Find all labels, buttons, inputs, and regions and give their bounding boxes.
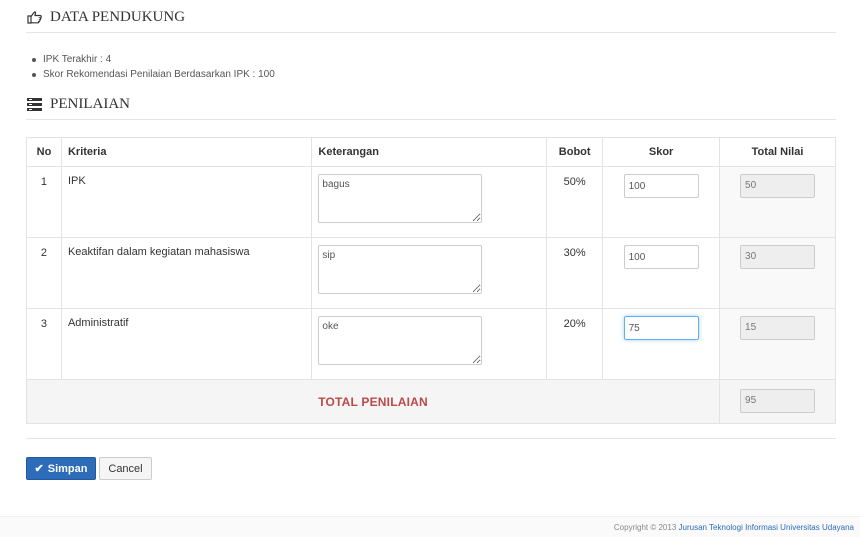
header-keterangan: Keterangan (311, 137, 548, 167)
row-total-cell: 15 (719, 308, 836, 380)
header-kriteria: Kriteria (60, 137, 313, 167)
table-row: 3 Administratif oke 20% 15 (26, 308, 836, 380)
row-skor-cell (602, 166, 721, 238)
section-title-data-pendukung: DATA PENDUKUNG (26, 8, 836, 33)
table-row: 2 Keaktifan dalam kegiatan mahasiswa sip… (26, 237, 836, 309)
row-skor-cell (602, 308, 721, 380)
total-nilai-field: 30 (740, 245, 816, 269)
keterangan-textarea[interactable]: sip (318, 245, 483, 294)
total-nilai-field: 50 (740, 174, 816, 198)
cancel-button[interactable]: Cancel (99, 457, 152, 480)
row-keterangan-cell: oke (311, 308, 548, 380)
hand-point-right-icon (26, 10, 42, 24)
row-no: 2 (26, 237, 62, 309)
row-keterangan-cell: bagus (311, 166, 548, 238)
save-button[interactable]: ✔ Simpan (26, 457, 96, 480)
list-item: IPK Terakhir : 4 (32, 52, 275, 67)
row-no: 1 (26, 166, 62, 238)
copyright-label: Copyright © 2013 (613, 523, 679, 532)
footer-org-link[interactable]: Jurusan Teknologi Informasi Universitas … (679, 523, 855, 532)
total-penilaian-label: TOTAL PENILAIAN (25, 379, 721, 424)
total-nilai-field: 15 (740, 316, 816, 340)
row-kriteria: Administratif (60, 308, 313, 380)
row-bobot: 30% (546, 237, 604, 309)
table-footer-row: TOTAL PENILAIAN 95 (25, 379, 836, 424)
row-total-cell: 30 (719, 237, 836, 309)
penilaian-table: No Kriteria Keterangan Bobot Skor Total … (25, 137, 836, 424)
keterangan-textarea[interactable]: oke (318, 316, 483, 365)
skor-rekomendasi: Skor Rekomendasi Penilaian Berdasarkan I… (43, 69, 275, 80)
row-total-cell: 50 (719, 166, 836, 238)
skor-input[interactable] (623, 245, 699, 269)
header-skor: Skor (602, 137, 721, 167)
check-icon: ✔ (34, 463, 44, 475)
row-no: 3 (26, 308, 62, 380)
header-bobot: Bobot (546, 137, 604, 167)
footer-total-cell: 95 (719, 379, 836, 424)
skor-input[interactable] (623, 174, 699, 198)
row-skor-cell (602, 237, 721, 309)
row-bobot: 20% (546, 308, 604, 380)
header-total-nilai: Total Nilai (719, 137, 836, 167)
row-keterangan-cell: sip (311, 237, 548, 309)
table-header-row: No Kriteria Keterangan Bobot Skor Total … (26, 137, 836, 167)
save-button-label: Simpan (47, 462, 88, 475)
keterangan-textarea[interactable]: bagus (318, 174, 483, 223)
skor-input[interactable] (623, 316, 699, 340)
form-divider (26, 438, 836, 439)
list-item: Skor Rekomendasi Penilaian Berdasarkan I… (32, 67, 275, 82)
copyright-text: Copyright © 2013 Jurusan Teknologi Infor… (614, 523, 854, 532)
header-no: No (26, 137, 62, 167)
row-kriteria: IPK (60, 166, 313, 238)
section-title-label: DATA PENDUKUNG (50, 8, 186, 25)
page-footer: Copyright © 2013 Jurusan Teknologi Infor… (0, 516, 860, 537)
bullet-icon (32, 57, 36, 62)
total-penilaian-field: 95 (740, 389, 816, 413)
info-list: IPK Terakhir : 4 Skor Rekomendasi Penila… (32, 52, 275, 82)
bullet-icon (32, 72, 36, 77)
section-title-label: PENILAIAN (50, 95, 130, 112)
row-bobot: 50% (546, 166, 604, 238)
section-title-penilaian: PENILAIAN (26, 95, 836, 120)
table-row: 1 IPK bagus 50% 50 (26, 166, 836, 238)
row-kriteria: Keaktifan dalam kegiatan mahasiswa (60, 237, 313, 309)
list-icon (26, 97, 42, 111)
ipk-terakhir: IPK Terakhir : 4 (43, 54, 112, 65)
